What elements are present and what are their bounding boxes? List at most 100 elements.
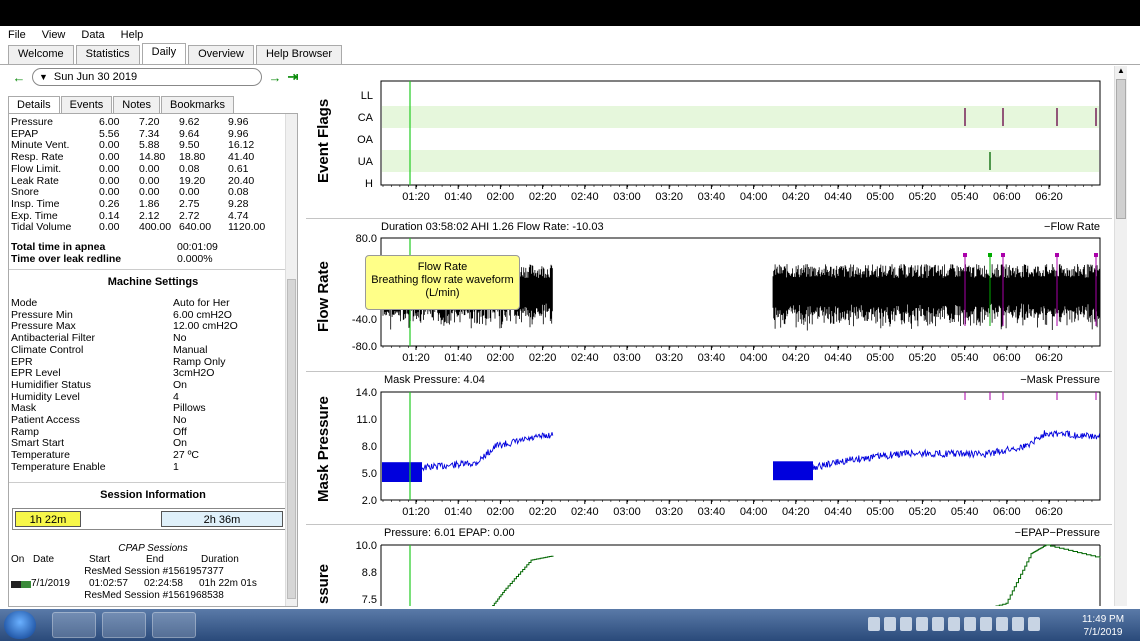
setting-value: 27 ºC [173, 449, 200, 462]
time-tick-label: 04:40 [824, 352, 852, 364]
tray-icon[interactable] [1012, 617, 1024, 631]
stat-value: 7.20 [139, 116, 160, 128]
tray-icon[interactable] [948, 617, 960, 631]
stat-value: 9.62 [179, 116, 200, 128]
time-tick-label: 06:00 [993, 506, 1021, 518]
tray-icon[interactable] [916, 617, 928, 631]
event-flags-graph[interactable]: LL CA OA UA H 01:20 01:40 02:00 02:20 02:40 03:00 0… [306, 78, 1112, 218]
details-scrollbar[interactable] [285, 114, 297, 606]
mask-pressure-graph[interactable]: Mask Pressure: 4.04 −Mask Pressure 14.0 11.… [306, 371, 1112, 523]
session-bar-2[interactable]: 2h 36m [161, 510, 283, 527]
tray-icon[interactable] [1028, 617, 1040, 631]
stat-label: Insp. Time [11, 197, 60, 210]
date-picker[interactable]: ▼ Sun Jun 30 2019 [32, 68, 262, 86]
menu-help[interactable]: Help [121, 29, 144, 41]
mask-pressure-plot[interactable]: Mask Pressure: 4.04 −Mask Pressure 14.0 11.… [306, 371, 1112, 523]
tab-details[interactable]: Details [8, 96, 60, 113]
y-tick-label: 7.5 [362, 594, 377, 606]
time-tick-label: 01:20 [402, 191, 430, 203]
session-bar-1[interactable]: 1h 22m [15, 510, 81, 527]
flow-event-dot [1055, 253, 1059, 257]
tray-icon[interactable] [868, 617, 880, 631]
tab-welcome[interactable]: Welcome [8, 45, 74, 64]
tray-icon[interactable] [932, 617, 944, 631]
pressure-info: Pressure: 6.01 EPAP: 0.00 [384, 527, 515, 539]
menu-view[interactable]: View [42, 29, 66, 41]
tooltip-line1: Flow Rate [417, 261, 468, 273]
time-tick-label: 01:40 [444, 191, 472, 203]
settings-table: Mode Auto for Her Pressure Min 6.00 cmH2O Pr… [11, 297, 238, 474]
stat-row: Flow Limit. 0.00 0.00 0.08 0.61 [11, 162, 268, 176]
tab-overview[interactable]: Overview [188, 45, 254, 64]
event-flags-plot[interactable]: LL CA OA UA H 01:20 01:40 02:00 02:20 02:40 03:00 0… [306, 78, 1112, 218]
tray-icon[interactable] [980, 617, 992, 631]
sleepyhead-icon[interactable] [102, 612, 146, 638]
tab-notes[interactable]: Notes [113, 96, 161, 113]
session-2-name: ResMed Session #1561968538 [84, 589, 224, 601]
tray-icon[interactable] [996, 617, 1008, 631]
graphs-scrollbar[interactable]: ▲ [1114, 66, 1127, 606]
session-toggle-icon[interactable] [11, 580, 31, 588]
time-tick-label: 02:00 [487, 352, 515, 364]
stat-row: Insp. Time 0.26 1.86 2.75 9.28 [11, 197, 268, 211]
col-on: On [11, 553, 25, 565]
last-day-arrow-icon[interactable]: ⇥ [284, 69, 302, 85]
time-tick-label: 06:20 [1035, 191, 1063, 203]
col-duration: Duration [201, 553, 239, 565]
firefox-icon[interactable] [52, 612, 96, 638]
tab-bookmarks[interactable]: Bookmarks [161, 96, 235, 113]
next-day-arrow-icon[interactable]: → [266, 70, 284, 85]
paint-icon[interactable] [152, 612, 196, 638]
event-row-label: LL [361, 90, 373, 102]
setting-row: Climate Control Manual [11, 343, 238, 357]
event-row-label: UA [358, 156, 374, 168]
pressure-graph[interactable]: Pressure: 6.01 EPAP: 0.00 −EPAP−Pressure 1… [306, 524, 1112, 606]
tray-icon[interactable] [884, 617, 896, 631]
setting-label: Climate Control [11, 343, 84, 356]
session-info-title: Session Information [9, 481, 297, 503]
clock[interactable]: 11:49 PM 7/1/2019 [1070, 613, 1136, 639]
menu-file[interactable]: File [8, 29, 26, 41]
tray-icon[interactable] [900, 617, 912, 631]
tray-icon[interactable] [964, 617, 976, 631]
time-tick-label: 03:00 [613, 506, 641, 518]
stat-value: 0.00 [99, 162, 120, 175]
leak-row: Time over leak redline 0.000% [11, 253, 297, 265]
tab-events[interactable]: Events [60, 96, 113, 113]
menu-data[interactable]: Data [81, 29, 104, 41]
stat-value: 0.00 [99, 221, 120, 234]
apnea-row: Total time in apnea 00:01:09 [11, 241, 297, 253]
y-tick-label: 80.0 [356, 233, 377, 245]
stat-label: Flow Limit. [11, 162, 62, 175]
prev-day-arrow-icon[interactable]: ← [10, 70, 28, 85]
tab-help-browser[interactable]: Help Browser [255, 45, 342, 64]
flow-rate-info: Duration 03:58:02 AHI 1.26 Flow Rate: -1… [381, 221, 604, 233]
y-tick-label: 10.0 [356, 540, 377, 552]
graphs-scrollbar-thumb[interactable] [1116, 79, 1126, 219]
setting-label: Mode [11, 297, 38, 310]
tab-daily[interactable]: Daily [141, 43, 187, 64]
tab-statistics[interactable]: Statistics [75, 45, 140, 64]
stat-value: 2.75 [179, 197, 200, 210]
clock-date: 7/1/2019 [1083, 627, 1123, 638]
setting-value: Auto for Her [173, 297, 230, 310]
scrollbar-thumb[interactable] [287, 279, 296, 599]
time-tick-label: 04:20 [782, 352, 810, 364]
y-tick-label: 11.0 [356, 414, 377, 426]
y-tick-label: -40.0 [352, 314, 377, 326]
time-tick-label: 04:40 [824, 191, 852, 203]
time-tick-label: 06:20 [1035, 506, 1063, 518]
session-1-row[interactable]: 7/1/2019 01:02:57 02:24:58 01h 22m 01s [11, 578, 297, 590]
flow-event-dot [988, 253, 992, 257]
scroll-up-icon[interactable]: ▲ [1115, 66, 1127, 79]
session-1-date: 7/1/2019 [31, 577, 70, 589]
machine-settings-title: Machine Settings [9, 269, 297, 298]
event-band [382, 106, 1099, 128]
setting-label: Patient Access [11, 414, 80, 427]
start-button-icon[interactable] [4, 611, 36, 639]
time-tick-label: 03:40 [698, 506, 726, 518]
time-tick-label: 04:20 [782, 506, 810, 518]
pressure-plot[interactable]: Pressure: 6.01 EPAP: 0.00 −EPAP−Pressure 1… [306, 524, 1112, 606]
pressure-line [995, 544, 1101, 606]
flow-event-dot [1001, 253, 1005, 257]
